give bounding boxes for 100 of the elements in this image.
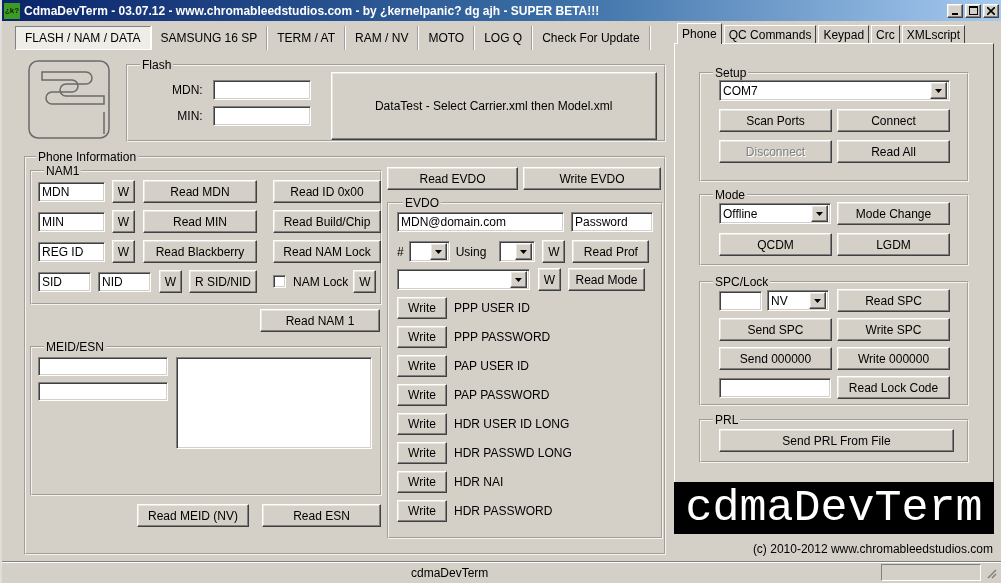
tab[interactable]: Crc: [871, 25, 900, 43]
setting-label: PPP USER ID: [454, 301, 530, 315]
group-title: Mode: [714, 188, 747, 202]
input-field[interactable]: NID: [98, 271, 151, 292]
read-button[interactable]: Read MEID (NV): [137, 504, 249, 527]
logo-icon: [28, 60, 110, 139]
spc-button[interactable]: Write SPC: [837, 318, 950, 341]
caret-icon: [809, 292, 826, 309]
app-icon: ¿k?: [4, 2, 20, 19]
group-title: SPC/Lock: [714, 275, 770, 289]
send-prl-button[interactable]: Send PRL From File: [719, 429, 954, 452]
read-button[interactable]: Read NAM Lock: [273, 240, 381, 263]
input-field[interactable]: Password: [571, 212, 653, 232]
dropdown[interactable]: [408, 241, 450, 262]
maximize-button[interactable]: [965, 3, 981, 18]
read-nam-button[interactable]: Read NAM 1: [260, 309, 380, 332]
input-field[interactable]: [212, 106, 311, 126]
read-button[interactable]: Read Build/Chip: [273, 210, 381, 233]
close-icon: [987, 6, 995, 15]
write-button[interactable]: Write: [397, 442, 447, 464]
window-title: CdmaDevTerm - 03.07.12 - www.chromableedstudios.com - by ¿kernelpanic? dg ajh - SUPER BETA!!!: [24, 3, 601, 18]
read-button[interactable]: Read ID 0x00: [273, 180, 381, 203]
write-button[interactable]: Write: [397, 500, 447, 522]
read-button[interactable]: Read MDN: [143, 180, 257, 203]
setting-label: PAP USER ID: [454, 359, 529, 373]
field-label: #: [397, 244, 404, 259]
read-spc-button[interactable]: Read SPC: [837, 289, 950, 312]
dropdown[interactable]: [499, 241, 536, 262]
text-area[interactable]: [176, 357, 372, 449]
write-button[interactable]: W: [542, 240, 566, 263]
setting-label: HDR PASSWD LONG: [454, 446, 572, 460]
setting-label: HDR NAI: [454, 475, 504, 489]
minimize-icon: [952, 12, 958, 15]
read-button[interactable]: Read ESN: [262, 504, 381, 527]
write-button[interactable]: W: [112, 180, 135, 203]
mode-change-button[interactable]: Mode Change: [837, 202, 950, 225]
write-button[interactable]: W: [159, 270, 182, 293]
write-button[interactable]: W: [112, 240, 135, 263]
spc-button[interactable]: Write 000000: [837, 347, 950, 370]
input-field[interactable]: MDN: [38, 181, 105, 202]
write-button[interactable]: W: [353, 270, 377, 293]
write-button[interactable]: W: [538, 268, 561, 291]
group-title: Setup: [714, 66, 748, 80]
mode-button[interactable]: LGDM: [837, 233, 950, 256]
input-field[interactable]: [212, 80, 311, 100]
write-button[interactable]: Write: [397, 384, 447, 406]
write-button[interactable]: W: [112, 210, 135, 233]
setup-button[interactable]: Connect: [837, 109, 950, 132]
input-field[interactable]: [719, 377, 831, 398]
write-button[interactable]: Write: [397, 297, 447, 319]
write-evdo-button[interactable]: Write EVDO: [523, 167, 661, 190]
minimize-button[interactable]: [947, 3, 963, 18]
read-button[interactable]: Read MIN: [143, 210, 257, 233]
write-button[interactable]: Write: [397, 355, 447, 377]
tab[interactable]: QC Commands: [723, 25, 817, 43]
read-lock-code-button[interactable]: Read Lock Code: [837, 376, 950, 399]
port-dropdown[interactable]: COM7: [719, 80, 950, 101]
input-field[interactable]: [38, 382, 168, 401]
field-label: MIN:: [177, 108, 203, 125]
group-title: PRL: [714, 413, 740, 427]
datatest-button[interactable]: DataTest - Select Carrier.xml then Model.xml: [330, 72, 657, 140]
write-button[interactable]: Write: [397, 326, 447, 348]
caret-icon: [510, 271, 527, 288]
input-field[interactable]: SID: [38, 271, 91, 292]
field-label: MDN:: [172, 82, 203, 99]
spc-button[interactable]: Send SPC: [719, 318, 832, 341]
input-field[interactable]: MDN@domain.com: [397, 212, 564, 232]
read-evdo-button[interactable]: Read EVDO: [387, 167, 518, 190]
group-title: MEID/ESN: [45, 340, 105, 354]
write-button[interactable]: Write: [397, 471, 447, 493]
write-button[interactable]: Write: [397, 413, 447, 435]
tab[interactable]: XMLscript: [901, 25, 966, 43]
spc-button[interactable]: Send 000000: [719, 347, 832, 370]
status-text: cdmaDevTerm: [411, 565, 490, 580]
read-mode-button[interactable]: Read Mode: [568, 268, 645, 291]
dropdown[interactable]: [397, 269, 530, 290]
input-field[interactable]: REG ID: [38, 241, 105, 262]
read-prof-button[interactable]: Read Prof: [572, 240, 650, 263]
setup-button[interactable]: Read All: [837, 140, 950, 163]
input-field[interactable]: [719, 290, 762, 311]
input-field[interactable]: [38, 357, 168, 376]
close-button[interactable]: [983, 3, 999, 18]
input-field[interactable]: MIN: [38, 211, 105, 232]
caret-icon: [811, 205, 828, 222]
read-button[interactable]: Read Blackberry: [143, 240, 257, 263]
tab[interactable]: Phone: [677, 23, 722, 44]
setting-label: HDR USER ID LONG: [454, 417, 570, 431]
group-title: EVDO: [404, 196, 440, 210]
setup-button[interactable]: Scan Ports: [719, 109, 832, 132]
mode-dropdown[interactable]: Offline: [719, 203, 831, 224]
copyright-text: (c) 2010-2012 www.chromableedstudios.com: [752, 542, 993, 556]
mode-button[interactable]: QCDM: [719, 233, 832, 256]
checkbox[interactable]: [273, 275, 286, 288]
tab[interactable]: Keypad: [818, 25, 870, 43]
setting-label: PPP PASSWORD: [454, 330, 551, 344]
spc-type-dropdown[interactable]: NV: [767, 290, 829, 311]
tab[interactable]: FLASH / NAM / DATA: [15, 26, 151, 50]
caret-icon: [930, 82, 947, 99]
group-title: Phone Information: [37, 150, 138, 164]
read-button[interactable]: R SID/NID: [189, 270, 257, 293]
